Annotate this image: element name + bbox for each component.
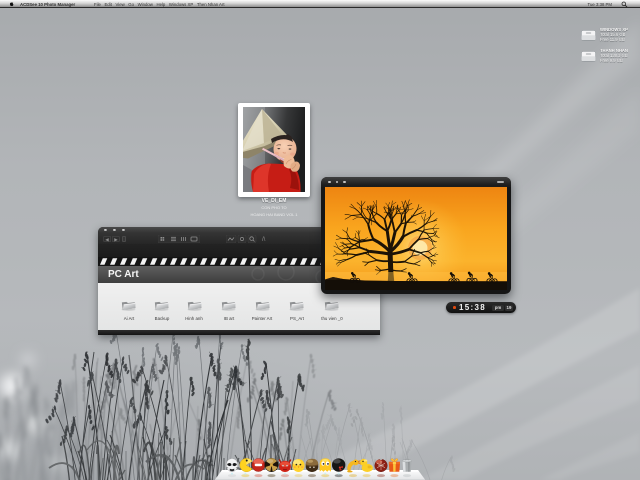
svg-text:/\: /\ (262, 237, 266, 243)
